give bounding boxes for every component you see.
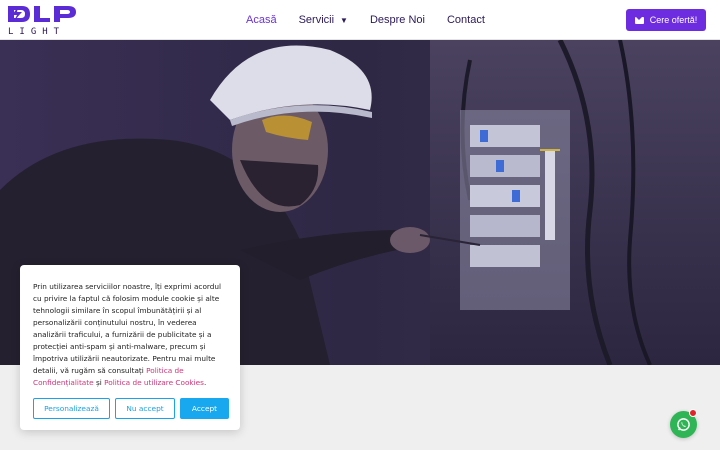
logo-subtitle: LIGHT — [8, 27, 65, 36]
cookie-end: . — [203, 378, 207, 387]
nav-item-servicii[interactable]: Servicii ▼ — [299, 14, 348, 26]
nav-label: Despre Noi — [369, 14, 425, 26]
caret-down-icon: ▼ — [340, 15, 348, 25]
cookie-body: Prin utilizarea serviciilor noastre, îți… — [33, 282, 222, 375]
request-offer-button[interactable]: Cere ofertă! — [626, 9, 706, 31]
nav-label: Contact — [446, 14, 485, 26]
nav-item-acasa[interactable]: Acasă — [246, 14, 277, 26]
site-header: LIGHT Acasă Servicii ▼ Despre Noi Contact… — [0, 0, 720, 40]
cookie-policy-link[interactable]: Politica de utilizare Cookies — [104, 378, 204, 387]
main-nav: Acasă Servicii ▼ Despre Noi Contact — [246, 0, 507, 40]
nav-item-despre-noi[interactable]: Despre Noi — [370, 14, 425, 26]
cookie-consent-box: Prin utilizarea serviciilor noastre, îți… — [20, 265, 240, 430]
nav-label: Servicii — [298, 14, 335, 26]
nav-item-contact[interactable]: Contact — [447, 14, 485, 26]
whatsapp-icon — [677, 418, 690, 431]
envelope-icon — [634, 16, 644, 24]
nav-label: Acasă — [246, 14, 277, 26]
lightning-bolt-icon: LIGHT — [8, 6, 76, 36]
reject-button[interactable]: Nu accept — [115, 398, 175, 419]
cookie-buttons: Personalizează Nu accept Accept — [33, 398, 229, 419]
cookie-connector: și — [93, 378, 105, 387]
cookie-text: Prin utilizarea serviciilor noastre, îți… — [33, 281, 227, 389]
accept-button[interactable]: Accept — [180, 398, 229, 419]
customize-button[interactable]: Personalizează — [33, 398, 110, 419]
cta-label: Cere ofertă! — [649, 15, 698, 25]
logo[interactable]: LIGHT — [6, 4, 84, 36]
notification-dot — [689, 409, 697, 417]
